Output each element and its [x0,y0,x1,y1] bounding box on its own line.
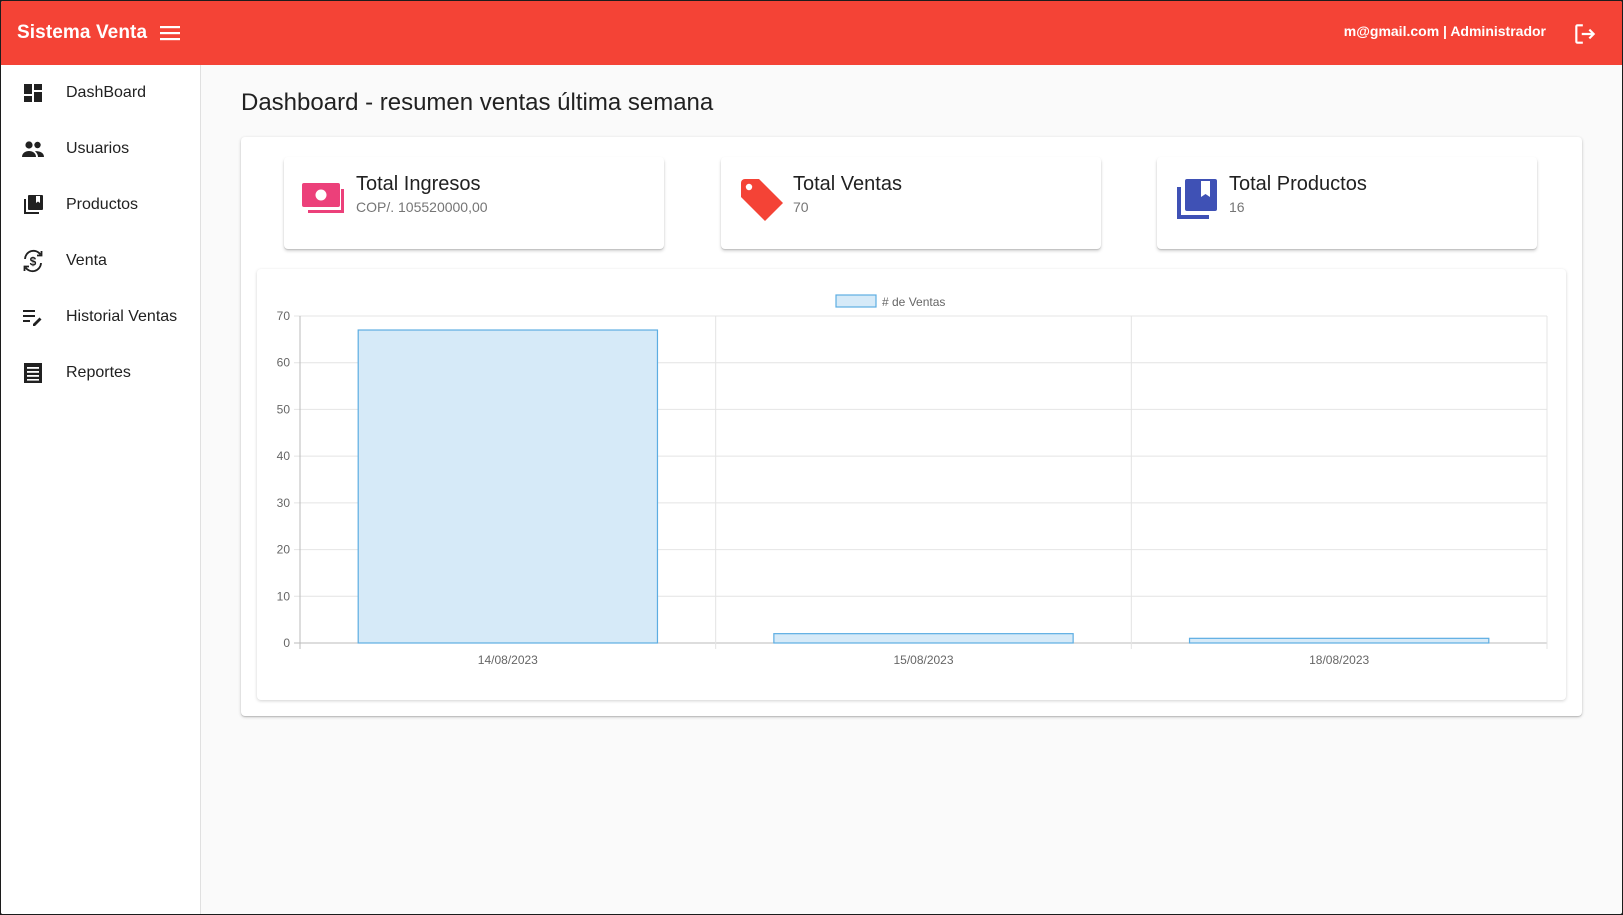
playlist-edit-icon [21,305,45,329]
sidebar-item-label: Usuarios [66,140,130,157]
page-title: Dashboard - resumen ventas última semana [241,89,714,116]
sidebar-item-reportes[interactable]: Reportes [1,345,200,401]
top-app-bar: Sistema Venta m@gmail.com | Administrado… [1,1,1622,65]
stat-title: Total Ventas [793,173,902,195]
stat-title: Total Productos [1229,173,1367,195]
y-tick-label: 40 [277,449,291,463]
library-books-icon [1173,175,1221,223]
app-window: Sistema Venta m@gmail.com | Administrado… [1,1,1622,914]
menu-icon[interactable] [159,22,181,44]
x-tick-label: 15/08/2023 [893,653,953,667]
sidebar-item-productos[interactable]: Productos [1,177,200,233]
legend-label: # de Ventas [882,295,945,309]
x-tick-label: 14/08/2023 [478,653,538,667]
stat-card-ventas: Total Ventas 70 [721,157,1101,249]
bar [357,329,659,644]
tag-icon [737,175,785,223]
dashboard-panel: Total Ingresos COP/. 105520000,00 Total … [241,137,1582,716]
sidebar-item-label: DashBoard [66,84,147,101]
bar [1188,637,1490,644]
legend-swatch [835,294,877,308]
y-tick-label: 30 [277,496,291,510]
sidebar-item-label: Historial Ventas [66,308,178,325]
sales-chart: 0 10 20 30 40 50 60 70 14/08/2023 15/08/2023 18/08… [257,269,1566,700]
main-content: Dashboard - resumen ventas última semana… [201,65,1622,914]
sidebar-item-usuarios[interactable]: Usuarios [1,121,200,177]
stat-value: 70 [793,199,809,215]
library-books-icon [21,193,45,217]
svg-text:$: $ [30,255,37,269]
logout-icon[interactable] [1572,21,1598,47]
sidebar-item-dashboard[interactable]: DashBoard [1,65,200,121]
people-icon [21,137,45,161]
stat-title: Total Ingresos [356,173,481,195]
y-tick-label: 10 [277,589,291,603]
stat-card-ingresos: Total Ingresos COP/. 105520000,00 [284,157,664,249]
bar [773,633,1074,644]
user-info: m@gmail.com | Administrador [1343,23,1546,39]
y-tick-label: 60 [277,356,291,370]
sidebar-item-venta[interactable]: $ Venta [1,233,200,289]
currency-exchange-icon: $ [21,249,45,273]
sidebar: DashBoard Usuarios Productos $ Venta His… [1,65,201,914]
sidebar-item-label: Reportes [66,364,131,381]
receipt-icon [21,361,45,385]
x-tick-label: 18/08/2023 [1309,653,1369,667]
money-icon [300,175,348,223]
y-tick-label: 20 [277,543,291,557]
bar-chart: 0 10 20 30 40 50 60 70 14/08/2023 15/08/2023 18/08… [277,294,1548,667]
stat-value: 16 [1229,199,1245,215]
sidebar-item-historial-ventas[interactable]: Historial Ventas [1,289,200,345]
stat-card-productos: Total Productos 16 [1157,157,1537,249]
y-tick-label: 0 [283,636,290,650]
dashboard-icon [21,81,45,105]
y-tick-label: 50 [277,402,291,416]
stat-value: COP/. 105520000,00 [356,199,488,215]
y-tick-label: 70 [277,309,291,323]
sidebar-item-label: Productos [66,196,139,213]
app-brand: Sistema Venta [17,22,148,43]
sidebar-item-label: Venta [66,252,107,269]
